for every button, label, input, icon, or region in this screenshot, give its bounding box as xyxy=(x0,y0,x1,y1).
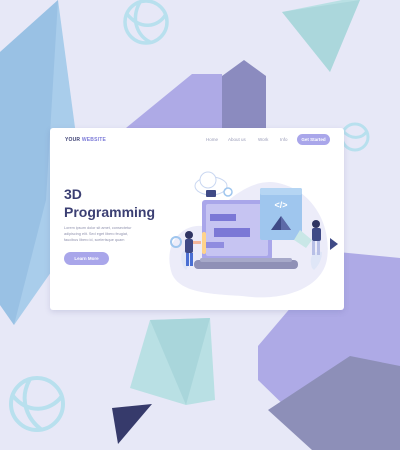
hero-title-line1: 3D xyxy=(64,186,82,202)
nav-home[interactable]: Home xyxy=(206,137,218,142)
globe-icon xyxy=(9,376,65,432)
code-window xyxy=(260,188,302,240)
get-started-button[interactable]: Get Started xyxy=(297,134,330,145)
logo-prefix: YOUR xyxy=(65,137,81,143)
nav-about-us[interactable]: About us xyxy=(228,137,246,142)
code-block-3 xyxy=(206,242,224,248)
logo-accent: WEBSITE xyxy=(81,137,107,143)
code-block-1 xyxy=(210,214,236,221)
bg-shard-teal-top-shade xyxy=(282,0,360,72)
code-block-2 xyxy=(214,228,250,237)
gear-icon xyxy=(223,187,233,197)
play-icon xyxy=(330,238,338,250)
learn-more-button[interactable]: Learn More xyxy=(64,252,109,265)
globe-icon xyxy=(340,122,370,152)
landing-page-card: YOUR WEBSITE Home About us Work Info Get… xyxy=(50,128,344,310)
hero-description: Lorem ipsum dolor sit amet, consectetur … xyxy=(64,226,132,242)
bg-shape-purple-1 xyxy=(126,74,222,128)
globe-icon xyxy=(123,0,169,45)
hero-title: 3D Programming xyxy=(64,185,155,221)
site-logo[interactable]: YOUR WEBSITE xyxy=(65,137,106,143)
hero-title-line2: Programming xyxy=(64,204,156,220)
laptop-base-top xyxy=(200,258,292,262)
folder-icon xyxy=(206,190,216,197)
nav-info[interactable]: Info xyxy=(280,137,288,142)
code-window-header xyxy=(260,188,302,195)
bg-triangle-navy xyxy=(112,404,152,444)
code-icon: </> xyxy=(274,200,287,210)
programming-illustration: </> xyxy=(169,171,338,298)
nav-work[interactable]: Work xyxy=(258,137,268,142)
